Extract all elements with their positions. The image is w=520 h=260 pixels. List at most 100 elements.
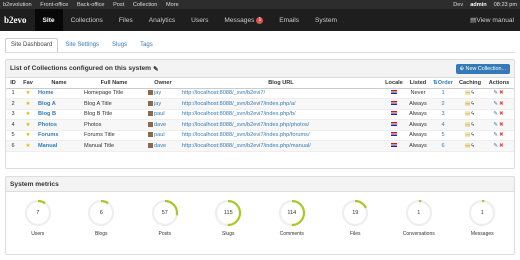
blog-url-link[interactable]: http://localhost:8088/_svn/b2evi7/index.… (180, 98, 382, 110)
col-full-name[interactable]: Full Name (82, 78, 146, 89)
delete-icon[interactable]: ✖ (499, 122, 504, 128)
logo[interactable]: b2evo (0, 15, 35, 25)
owner-link[interactable]: jay (154, 90, 161, 96)
edit-icon[interactable]: ✎ (153, 65, 159, 73)
order-cell[interactable]: 6 (430, 140, 456, 152)
cache-file-icon[interactable]: ▤ (465, 90, 470, 96)
edit-icon[interactable]: ✎ (493, 122, 498, 128)
owner-cell: jay (146, 98, 180, 110)
dev-menu[interactable]: Dev (453, 2, 463, 8)
caching-cell: ▤ϟ (456, 130, 484, 141)
cache-file-icon[interactable]: ▤ (465, 143, 470, 149)
order-cell[interactable]: 3 (430, 109, 456, 120)
view-manual-link[interactable]: ▤ View manual (462, 9, 520, 31)
delete-icon[interactable]: ✖ (499, 90, 504, 96)
user-menu[interactable]: admin (470, 2, 486, 8)
collection-name-link[interactable]: Blog A (36, 98, 82, 110)
order-cell[interactable]: 1 (430, 88, 456, 99)
delete-icon[interactable]: ✖ (499, 143, 504, 149)
locale-cell (382, 109, 406, 120)
tab-tags[interactable]: Tags (134, 38, 159, 52)
metric-value: 19 (352, 210, 359, 216)
lightning-icon[interactable]: ϟ (471, 101, 474, 107)
row-id: 1 (6, 88, 20, 99)
table-header-row: ID Fav Name Full Name Owner Blog URL Loc… (6, 78, 514, 89)
order-cell[interactable]: 5 (430, 130, 456, 141)
delete-icon[interactable]: ✖ (499, 101, 504, 107)
back-office-link[interactable]: Back-office (77, 2, 105, 8)
lightning-icon[interactable]: ϟ (471, 132, 474, 138)
nav-site[interactable]: Site (34, 9, 63, 31)
cache-file-icon[interactable]: ▤ (465, 122, 470, 128)
nav-collections[interactable]: Collections (63, 9, 111, 31)
cache-file-icon[interactable]: ▤ (465, 111, 470, 117)
edit-icon[interactable]: ✎ (493, 90, 498, 96)
col-name[interactable]: Name (36, 78, 82, 89)
collection-name-link[interactable]: Home (36, 88, 82, 99)
actions-cell: ✎✖ (484, 98, 514, 110)
brand-menu[interactable]: b2evolution (3, 2, 32, 8)
main-navbar: b2evo Site Collections Files Analytics U… (0, 9, 520, 31)
star-icon[interactable]: ★ (20, 88, 36, 99)
col-caching[interactable]: Caching (456, 78, 484, 89)
tab-site-dashboard[interactable]: Site Dashboard (5, 38, 59, 52)
front-office-link[interactable]: Front-office (40, 2, 68, 8)
col-owner[interactable]: Owner (146, 78, 180, 89)
edit-icon[interactable]: ✎ (493, 143, 498, 149)
blog-url-link[interactable]: http://localhost:8088/_svn/b2evi7/ (180, 88, 382, 99)
col-listed[interactable]: Listed (406, 78, 430, 89)
blog-url-link[interactable]: http://localhost:8088/_svn/b2evi7/index.… (180, 109, 382, 120)
owner-link[interactable]: dave (154, 143, 166, 149)
star-icon[interactable]: ★ (20, 109, 36, 120)
owner-link[interactable]: paul (154, 132, 165, 138)
edit-icon[interactable]: ✎ (493, 101, 498, 107)
collection-name-link[interactable]: Manual (36, 140, 82, 152)
delete-icon[interactable]: ✖ (499, 111, 504, 117)
star-icon[interactable]: ★ (20, 119, 36, 131)
col-locale[interactable]: Locale (382, 78, 406, 89)
table-row: 5 ★ Forums Forums Title paul http://localhost… (6, 130, 514, 141)
blog-url-link[interactable]: http://localhost:8088/_svn/b2evi7/index.… (180, 130, 382, 141)
collection-name-link[interactable]: Forums (36, 130, 82, 141)
col-fav[interactable]: Fav (20, 78, 36, 89)
post-link[interactable]: Post (113, 2, 124, 8)
nav-files[interactable]: Files (111, 9, 141, 31)
owner-link[interactable]: dave (154, 122, 166, 128)
nav-system[interactable]: System (307, 9, 345, 31)
edit-icon[interactable]: ✎ (493, 111, 498, 117)
nav-messages[interactable]: Messages 1 (216, 9, 271, 31)
col-order-label: Order (437, 79, 453, 86)
collection-name-link[interactable]: Photos (36, 119, 82, 131)
blog-url-link[interactable]: http://localhost:8088/_svn/b2evi7/index.… (180, 140, 382, 152)
tab-slugs[interactable]: Slugs (106, 38, 133, 52)
lightning-icon[interactable]: ϟ (471, 90, 474, 96)
view-manual-label: View manual (476, 16, 514, 24)
star-icon[interactable]: ★ (20, 98, 36, 110)
nav-analytics[interactable]: Analytics (141, 9, 183, 31)
lightning-icon[interactable]: ϟ (471, 143, 474, 149)
cache-file-icon[interactable]: ▤ (465, 132, 470, 138)
lightning-icon[interactable]: ϟ (471, 111, 474, 117)
edit-icon[interactable]: ✎ (493, 132, 498, 138)
col-id[interactable]: ID (6, 78, 20, 89)
col-order[interactable]: ⇅Order (430, 78, 456, 89)
col-blog-url[interactable]: Blog URL (180, 78, 382, 89)
owner-link[interactable]: paul (154, 111, 165, 117)
cache-file-icon[interactable]: ▤ (465, 101, 470, 107)
more-menu[interactable]: More (166, 2, 179, 8)
nav-users[interactable]: Users (183, 9, 216, 31)
caching-cell: ▤ϟ (456, 88, 484, 99)
delete-icon[interactable]: ✖ (499, 132, 504, 138)
order-cell[interactable]: 2 (430, 98, 456, 110)
collection-name-link[interactable]: Blog B (36, 109, 82, 120)
star-icon[interactable]: ★ (20, 130, 36, 141)
collection-link[interactable]: Collection (133, 2, 158, 8)
star-icon[interactable]: ★ (20, 140, 36, 152)
nav-emails[interactable]: Emails (271, 9, 307, 31)
tab-site-settings[interactable]: Site Settings (59, 38, 105, 52)
owner-link[interactable]: jay (154, 101, 161, 107)
new-collection-button[interactable]: ⊕ New Collection... (455, 63, 510, 74)
order-cell[interactable]: 4 (430, 119, 456, 131)
lightning-icon[interactable]: ϟ (471, 122, 474, 128)
blog-url-link[interactable]: http://localhost:8088/_svn/b2evi7/index.… (180, 119, 382, 131)
